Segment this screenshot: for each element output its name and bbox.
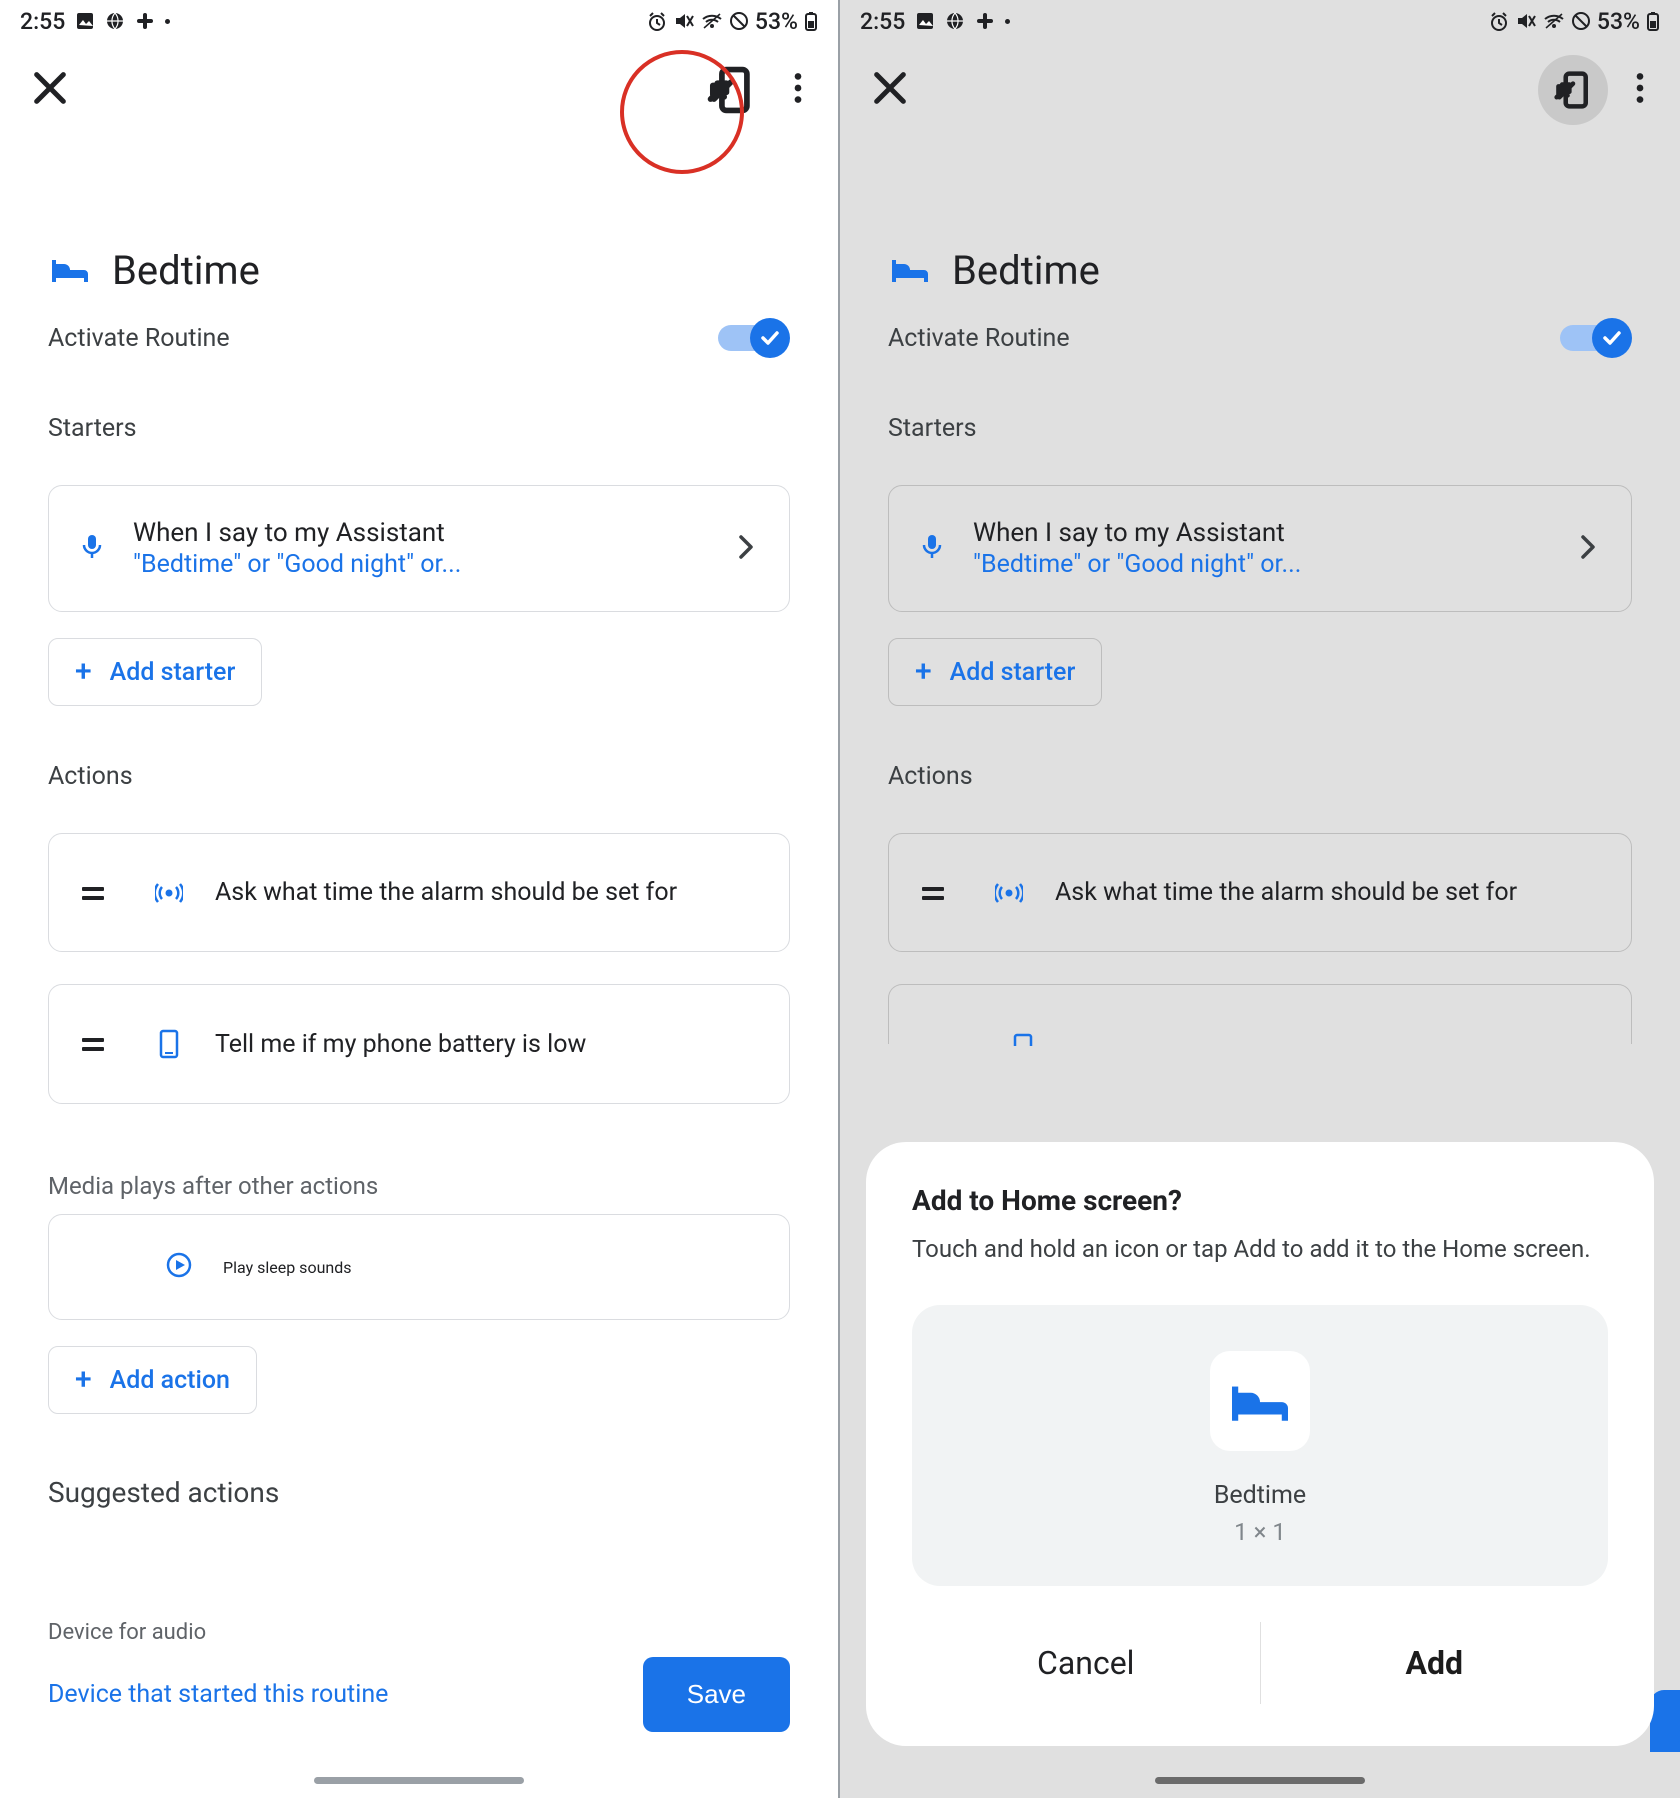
starters-section-label: Starters [48, 414, 790, 443]
nav-pill[interactable] [1155, 1777, 1365, 1784]
overflow-menu-button[interactable] [780, 70, 816, 110]
bed-icon [1225, 1371, 1295, 1431]
plus-icon: + [75, 1365, 92, 1395]
starter-voice-card[interactable]: When I say to my Assistant "Bedtime" or … [48, 485, 790, 612]
overflow-menu-button[interactable] [1622, 70, 1658, 110]
starter-line1: When I say to my Assistant [973, 518, 1301, 548]
action-alarm-text: Ask what time the alarm should be set fo… [215, 878, 677, 907]
plus-icon: + [915, 657, 932, 687]
add-starter-label: Add starter [110, 658, 236, 687]
starter-line2: "Bedtime" or "Good night" or... [973, 550, 1301, 579]
chevron-right-icon [733, 533, 759, 565]
action-battery-card[interactable]: Tell me if my phone battery is low [48, 984, 790, 1104]
add-starter-button[interactable]: + Add starter [888, 638, 1102, 706]
preview-size: 1 × 1 [1234, 1518, 1286, 1546]
dialog-add-button[interactable]: Add [1261, 1622, 1609, 1704]
gallery-icon [915, 11, 935, 31]
more-notifications-dot [1005, 19, 1010, 24]
broadcast-icon [989, 879, 1029, 907]
slack-icon [135, 11, 155, 31]
play-circle-icon [165, 1251, 193, 1283]
activate-routine-label: Activate Routine [888, 324, 1070, 353]
drag-handle-icon[interactable] [63, 883, 123, 903]
footer-bar: Device for audio Device that started thi… [0, 1599, 838, 1798]
status-time: 2:55 [20, 8, 65, 35]
actions-section-label: Actions [888, 762, 1632, 791]
activate-routine-label: Activate Routine [48, 324, 230, 353]
gallery-icon [75, 11, 95, 31]
dialog-cancel-button[interactable]: Cancel [912, 1622, 1261, 1704]
action-alarm-card[interactable]: Ask what time the alarm should be set fo… [888, 833, 1632, 952]
dialog-title: Add to Home screen? [912, 1184, 1608, 1217]
mic-icon [919, 533, 945, 565]
activate-routine-toggle[interactable] [718, 318, 790, 358]
app-bar [840, 42, 1680, 138]
sports-icon [105, 11, 125, 31]
more-notifications-dot [165, 19, 170, 24]
dnd-icon [729, 11, 749, 31]
device-for-audio-label: Device for audio [48, 1620, 790, 1645]
media-action-text: Play sleep sounds [223, 1258, 352, 1277]
wifi-icon [1543, 11, 1565, 31]
battery-icon [1646, 10, 1660, 32]
dnd-icon [1571, 11, 1591, 31]
phone-outline-icon [149, 1029, 189, 1059]
battery-text: 53% [1597, 8, 1640, 35]
slack-icon [975, 11, 995, 31]
suggested-actions-label: Suggested actions [48, 1476, 790, 1509]
device-link[interactable]: Device that started this routine [48, 1680, 388, 1709]
starter-voice-card[interactable]: When I say to my Assistant "Bedtime" or … [888, 485, 1632, 612]
add-to-home-dialog: Add to Home screen? Touch and hold an ic… [866, 1142, 1654, 1746]
phone-outline-icon [1009, 1031, 1037, 1050]
add-to-home-shortcut-button[interactable] [1538, 55, 1608, 125]
drag-handle-icon[interactable] [63, 1034, 123, 1054]
media-action-card[interactable]: Play sleep sounds [48, 1214, 790, 1320]
routine-title: Bedtime [952, 247, 1100, 294]
add-action-button[interactable]: + Add action [48, 1346, 257, 1414]
add-action-label: Add action [110, 1366, 230, 1395]
alarm-icon [1489, 11, 1509, 31]
routine-title: Bedtime [112, 247, 260, 294]
action-alarm-card[interactable]: Ask what time the alarm should be set fo… [48, 833, 790, 952]
action-battery-text: Tell me if my phone battery is low [215, 1030, 586, 1059]
sports-icon [945, 11, 965, 31]
wifi-icon [701, 11, 723, 31]
action-alarm-text: Ask what time the alarm should be set fo… [1055, 878, 1517, 907]
status-time: 2:55 [860, 8, 905, 35]
battery-text: 53% [755, 8, 798, 35]
plus-icon: + [75, 657, 92, 687]
mute-icon [673, 10, 695, 32]
broadcast-icon [149, 879, 189, 907]
close-button[interactable] [30, 68, 70, 112]
dialog-body: Touch and hold an icon or tap Add to add… [912, 1235, 1608, 1263]
mic-icon [79, 533, 105, 565]
save-button-peek[interactable] [1650, 1690, 1680, 1752]
add-starter-button[interactable]: + Add starter [48, 638, 262, 706]
starter-line1: When I say to my Assistant [133, 518, 461, 548]
actions-section-label: Actions [48, 762, 790, 791]
shortcut-preview[interactable]: Bedtime 1 × 1 [912, 1305, 1608, 1586]
chevron-right-icon [1575, 533, 1601, 565]
close-button[interactable] [870, 68, 910, 112]
bed-icon [888, 246, 932, 294]
starter-line2: "Bedtime" or "Good night" or... [133, 550, 461, 579]
status-bar: 2:55 53% [0, 0, 838, 42]
activate-routine-toggle[interactable] [1560, 318, 1632, 358]
add-starter-label: Add starter [950, 658, 1076, 687]
media-section-label: Media plays after other actions [48, 1172, 790, 1200]
battery-icon [804, 10, 818, 32]
bed-icon [48, 246, 92, 294]
starters-section-label: Starters [888, 414, 1632, 443]
preview-name: Bedtime [1214, 1481, 1306, 1510]
save-button[interactable]: Save [643, 1657, 790, 1732]
app-bar [0, 42, 838, 138]
add-to-home-shortcut-button[interactable] [696, 55, 766, 125]
mute-icon [1515, 10, 1537, 32]
alarm-icon [647, 11, 667, 31]
drag-handle-icon[interactable] [903, 883, 963, 903]
status-bar: 2:55 53% [840, 0, 1680, 42]
nav-pill[interactable] [314, 1777, 524, 1784]
